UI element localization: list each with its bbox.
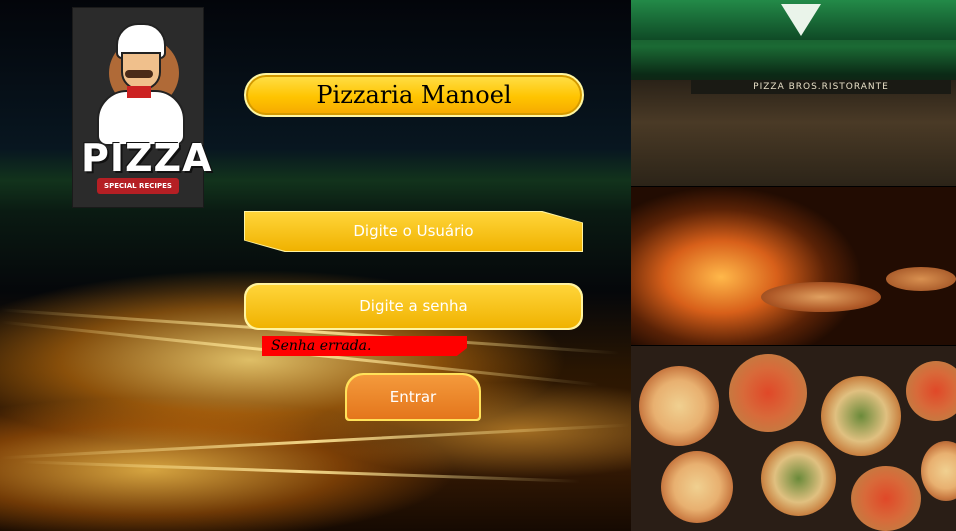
password-field[interactable]: Digite a senha	[246, 285, 581, 328]
pizza-image	[821, 376, 901, 456]
error-message: Senha errada.	[262, 336, 467, 356]
pizza-image	[761, 441, 836, 516]
pizza-image	[921, 441, 956, 501]
logo-word: PIZZA	[81, 136, 213, 180]
pizza-in-oven	[886, 267, 956, 291]
chef-mustache-icon	[125, 70, 153, 78]
chef-scarf-icon	[127, 86, 151, 98]
pizza-image	[906, 361, 956, 421]
restaurant-sign: PIZZA BROS.RISTORANTE	[691, 80, 951, 94]
pizza-image	[661, 451, 733, 523]
pizza-image	[639, 366, 719, 446]
pizza-in-oven	[761, 282, 881, 312]
pizza-logo: PIZZA SPECIAL RECIPES	[72, 7, 213, 208]
logo-ribbon: SPECIAL RECIPES	[97, 178, 179, 194]
pizzas-photo	[631, 346, 956, 531]
page-title: Pizzaria Manoel	[244, 73, 584, 117]
pizza-image	[851, 466, 921, 531]
pizza-image	[729, 354, 807, 432]
username-field[interactable]: Digite o Usuário	[245, 212, 582, 251]
enter-button[interactable]: Entrar	[347, 375, 479, 419]
oven-photo	[631, 187, 956, 345]
restaurant-front	[631, 80, 956, 186]
restaurant-photo: PIZZA BROS.RISTORANTE	[631, 0, 956, 186]
